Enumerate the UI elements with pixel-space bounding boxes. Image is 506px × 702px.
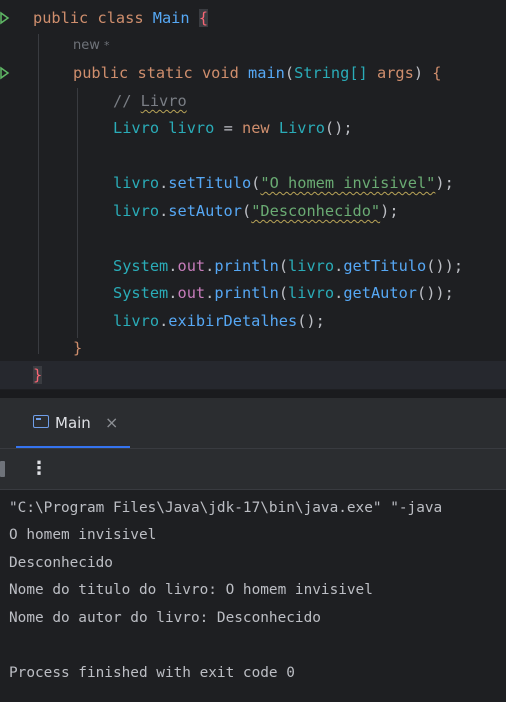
comment-word: Livro <box>140 92 187 110</box>
vertical-ellipsis-icon[interactable]: ⋮ <box>30 449 48 489</box>
console-line: Nome do autor do livro: Desconhecido <box>9 610 321 626</box>
code-line[interactable]: public static void main(String[] args) { <box>0 59 506 87</box>
keyword-new: new <box>242 119 270 137</box>
code-line-current[interactable]: } <box>0 361 506 389</box>
method-call: exibirDetalhes <box>168 312 298 330</box>
keyword-static: static <box>137 64 193 82</box>
param-type: String[] <box>294 64 368 82</box>
assign: = <box>223 119 233 137</box>
tab-main[interactable]: Main × <box>16 398 130 448</box>
console-line: Desconhecido <box>9 555 113 571</box>
call-end: ()); <box>417 284 454 302</box>
string-literal: "Desconhecido" <box>251 202 381 220</box>
toolbar-button-partial[interactable] <box>0 461 5 477</box>
code-line[interactable]: livro.setAutor("Desconhecido"); <box>0 197 506 225</box>
comment-slashes: // <box>113 92 141 110</box>
code-editor[interactable]: public class Main { new * public static … <box>0 0 506 390</box>
ctor-name: Livro <box>278 119 325 137</box>
string-literal: "O homem invisivel" <box>260 174 436 192</box>
variable-ref: livro <box>113 312 160 330</box>
variable-ref: livro <box>288 284 335 302</box>
field-ref: out <box>177 257 206 275</box>
code-line[interactable]: Livro livro = new Livro(); <box>0 114 506 142</box>
keyword-public: public <box>33 9 89 27</box>
code-line[interactable]: // Livro <box>0 87 506 115</box>
call-end: ); <box>380 202 399 220</box>
variable-name: livro <box>168 119 215 137</box>
method-call: getTitulo <box>343 257 427 275</box>
variable-ref: livro <box>113 174 160 192</box>
keyword-public: public <box>73 64 129 82</box>
run-toolbar: ⋮ <box>0 449 506 490</box>
dot: . <box>159 202 169 220</box>
close-icon[interactable]: × <box>105 398 118 448</box>
ctor-end: (); <box>324 119 353 137</box>
code-line[interactable]: System.out.println(livro.getTitulo()); <box>0 252 506 280</box>
method-call: println <box>214 284 279 302</box>
paren: ) <box>413 64 424 82</box>
type-name: Livro <box>113 119 160 137</box>
console-output[interactable]: "C:\Program Files\Java\jdk-17\bin\java.e… <box>0 490 506 702</box>
hint-text: new <box>73 38 100 53</box>
console-line: Nome do titulo do livro: O homem invisiv… <box>9 582 373 598</box>
field-ref: out <box>177 284 206 302</box>
dot: . <box>334 284 344 302</box>
keyword-class: class <box>97 9 144 27</box>
call-end: ()); <box>426 257 464 275</box>
open-brace: { <box>432 64 442 82</box>
class-ref: System <box>113 284 169 302</box>
paren: ( <box>284 64 295 82</box>
tab-label: Main <box>55 414 91 432</box>
close-brace: } <box>73 339 83 357</box>
console-line: O homem invisivel <box>9 527 157 543</box>
dot: . <box>159 312 169 330</box>
open-brace: { <box>198 9 209 27</box>
variable-ref: livro <box>113 202 160 220</box>
paren: ( <box>278 257 289 275</box>
paren: ( <box>241 202 252 220</box>
code-line[interactable]: livro.setTitulo("O homem invisivel"); <box>0 169 506 197</box>
dot: . <box>205 257 215 275</box>
method-call: setTitulo <box>168 174 252 192</box>
method-call: getAutor <box>343 284 417 302</box>
class-ref: System <box>113 257 169 275</box>
code-line[interactable]: livro.exibirDetalhes(); <box>0 307 506 335</box>
variable-ref: livro <box>288 257 335 275</box>
console-line: Process finished with exit code 0 <box>9 665 295 681</box>
paren: ( <box>251 174 261 192</box>
console-window-icon <box>33 415 49 428</box>
hint-star: * <box>104 39 110 52</box>
code-line[interactable]: public class Main { <box>0 4 506 32</box>
panel-splitter[interactable] <box>0 390 506 398</box>
method-call: setAutor <box>168 202 242 220</box>
paren: ( <box>278 284 289 302</box>
keyword-void: void <box>201 64 239 82</box>
run-tool-window-header: Main × <box>0 398 506 449</box>
close-brace-error: } <box>33 366 43 384</box>
class-name: Main <box>152 9 190 27</box>
dot: . <box>334 257 344 275</box>
method-call: println <box>214 257 279 275</box>
method-name: main <box>248 64 285 82</box>
param-name: args <box>377 64 414 82</box>
code-line[interactable]: } <box>0 334 506 362</box>
call-end: (); <box>297 312 325 330</box>
code-line[interactable]: System.out.println(livro.getAutor()); <box>0 279 506 307</box>
dot: . <box>159 174 169 192</box>
usage-hint[interactable]: new * <box>73 32 110 60</box>
console-line: "C:\Program Files\Java\jdk-17\bin\java.e… <box>9 500 443 516</box>
call-end: ); <box>435 174 454 192</box>
dot: . <box>205 284 215 302</box>
